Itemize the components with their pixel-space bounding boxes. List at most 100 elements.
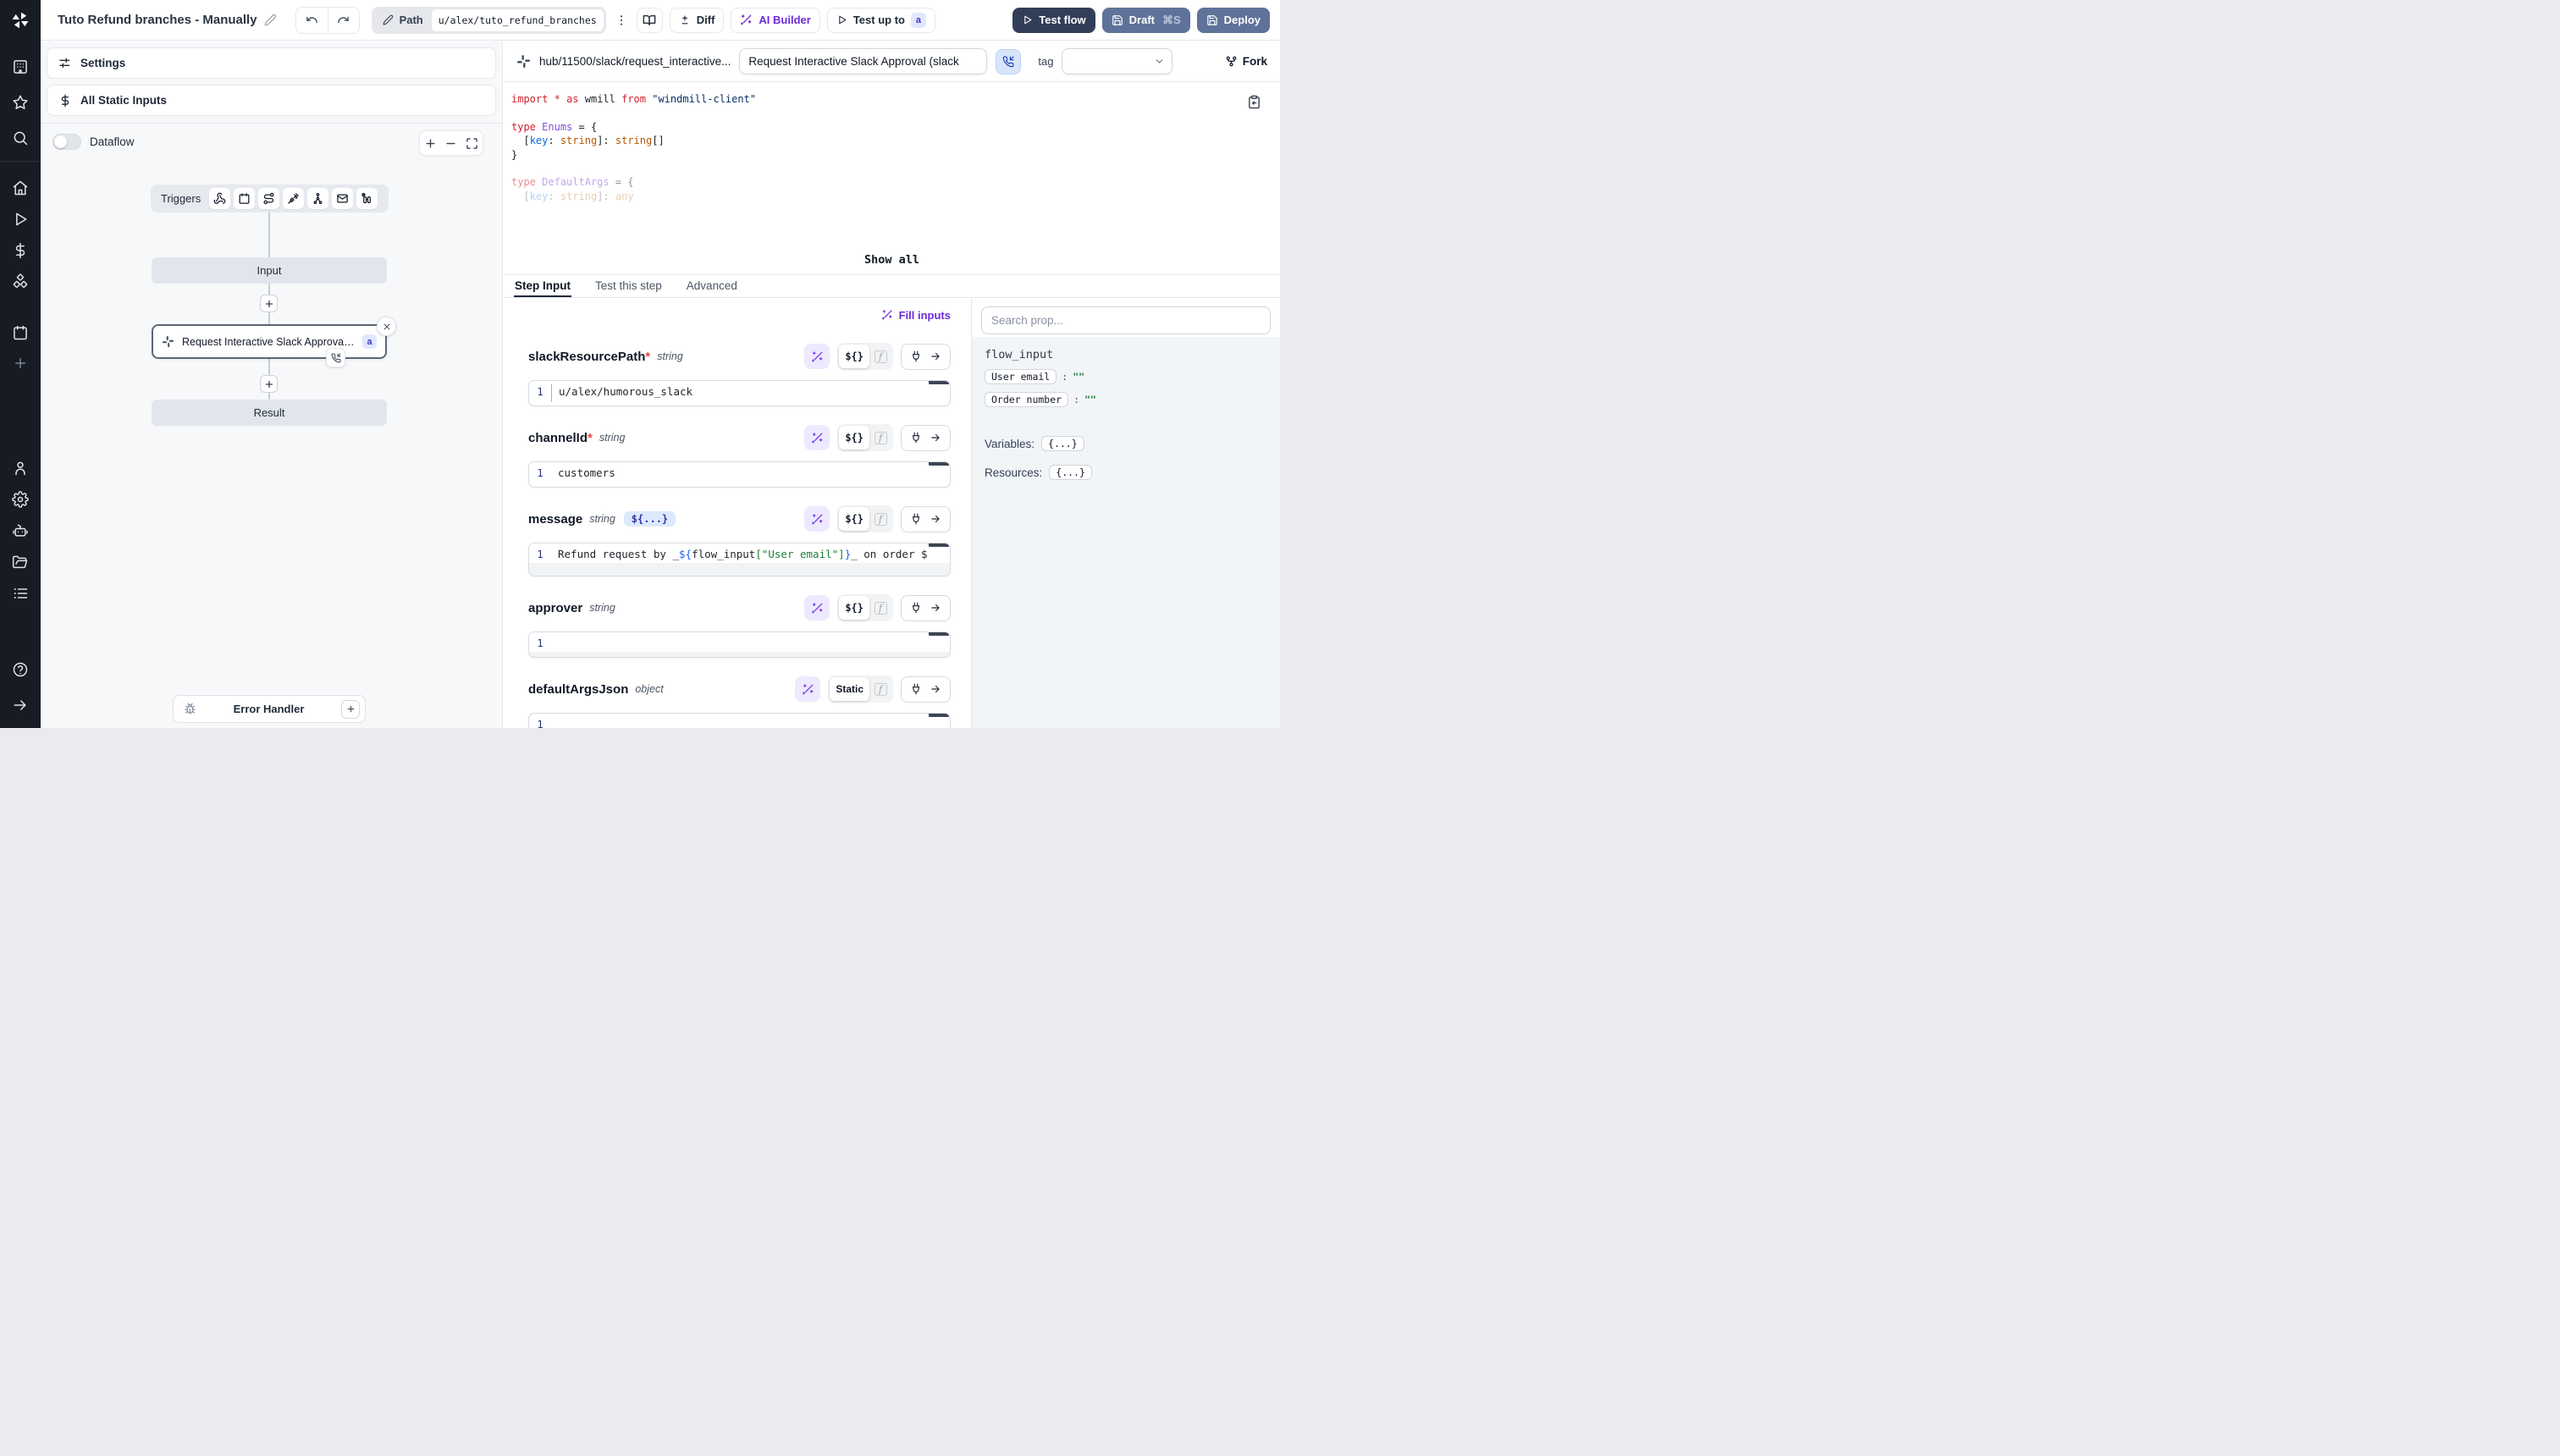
javascript-mode-button[interactable]: f — [869, 507, 891, 531]
schedule-trigger-icon[interactable] — [234, 188, 255, 209]
field-editor[interactable]: 1 Refund request by _${flow_input["User … — [528, 543, 951, 576]
javascript-mode-button[interactable]: f — [869, 596, 891, 620]
help-icon[interactable] — [6, 655, 35, 684]
fork-button[interactable]: Fork — [1225, 55, 1267, 68]
connect-input-button[interactable] — [901, 425, 951, 451]
template-mode-button[interactable]: ${} — [839, 426, 869, 449]
collapse-sidebar-icon[interactable] — [6, 691, 35, 720]
diff-button[interactable]: Diff — [670, 8, 725, 33]
connect-input-button[interactable] — [901, 344, 951, 370]
webhook-trigger-icon[interactable] — [209, 188, 230, 209]
field-value[interactable] — [551, 632, 950, 637]
variables-expand-chip[interactable]: {...} — [1041, 436, 1084, 451]
logs-icon[interactable] — [6, 579, 35, 608]
add-step-above-button[interactable] — [260, 295, 278, 312]
schedules-icon[interactable] — [6, 318, 35, 347]
search-prop-input[interactable] — [981, 306, 1271, 334]
template-mode-button[interactable]: ${} — [839, 345, 869, 368]
field-editor[interactable]: 1 — [528, 713, 951, 728]
tag-select[interactable] — [1062, 48, 1172, 74]
connect-input-button[interactable] — [901, 506, 951, 532]
field-value[interactable]: customers — [551, 462, 950, 479]
deploy-button[interactable]: Deploy — [1197, 8, 1270, 33]
remove-step-button[interactable] — [377, 317, 396, 336]
scheduled-poll-trigger-icon[interactable] — [356, 188, 378, 209]
test-flow-button[interactable]: Test flow — [1012, 8, 1095, 33]
template-mode-button[interactable]: ${} — [839, 596, 869, 620]
flow-input-root-label[interactable]: flow_input — [985, 348, 1267, 361]
field-value[interactable]: Refund request by _${flow_input["User em… — [551, 543, 950, 560]
field-editor[interactable]: 1 customers — [528, 461, 951, 488]
settings-gear-icon[interactable] — [6, 485, 35, 514]
http-route-trigger-icon[interactable] — [258, 188, 279, 209]
test-up-to-button[interactable]: Test up to a — [827, 8, 935, 33]
draft-button[interactable]: Draft ⌘S — [1102, 8, 1190, 33]
triggers-node[interactable]: Triggers — [151, 185, 389, 212]
editor-scrollbar[interactable] — [929, 462, 949, 466]
copy-code-clipboard-icon[interactable] — [1247, 95, 1261, 109]
javascript-mode-button[interactable]: f — [869, 345, 891, 368]
error-handler-node[interactable]: Error Handler — [173, 695, 366, 723]
tab-advanced[interactable]: Advanced — [686, 275, 738, 297]
edit-path-pencil-icon[interactable] — [383, 14, 394, 25]
ai-fill-wand-button[interactable] — [795, 676, 820, 702]
editor-scrollbar[interactable] — [929, 381, 949, 384]
workspace-icon[interactable] — [6, 52, 35, 81]
javascript-mode-button[interactable]: f — [869, 426, 891, 449]
editor-scrollbar[interactable] — [929, 543, 949, 547]
prop-order-number-chip[interactable]: Order number — [985, 392, 1068, 407]
suspend-approval-phone-button[interactable] — [996, 49, 1021, 74]
flow-canvas[interactable]: Triggers Input Request Interactive Slack… — [41, 41, 502, 728]
connect-input-button[interactable] — [901, 676, 951, 703]
search-icon[interactable] — [6, 124, 35, 152]
undo-button[interactable] — [296, 8, 328, 33]
ai-builder-button[interactable]: AI Builder — [731, 8, 819, 33]
editor-scrollbar[interactable] — [929, 714, 949, 717]
edit-title-pencil-icon[interactable] — [264, 14, 277, 26]
field-editor[interactable]: 1 u/alex/humorous_slack — [528, 380, 951, 406]
ai-fill-wand-button[interactable] — [804, 344, 830, 369]
connect-input-button[interactable] — [901, 595, 951, 621]
input-node[interactable]: Input — [152, 257, 387, 284]
variables-icon[interactable] — [6, 236, 35, 265]
prop-user-email-chip[interactable]: User email — [985, 369, 1057, 384]
ai-fill-wand-button[interactable] — [804, 506, 830, 532]
docs-book-button[interactable] — [637, 8, 663, 33]
add-error-handler-button[interactable] — [341, 700, 360, 719]
slack-approval-step-node[interactable]: Request Interactive Slack Approval (... … — [152, 324, 387, 359]
step-name-input[interactable] — [739, 48, 987, 74]
kafka-trigger-icon[interactable] — [307, 188, 328, 209]
resources-expand-chip[interactable]: {...} — [1049, 465, 1092, 480]
resources-icon[interactable] — [6, 267, 35, 296]
ai-fill-wand-button[interactable] — [804, 425, 830, 450]
field-editor[interactable]: 1 — [528, 631, 951, 658]
ai-fill-wand-button[interactable] — [804, 595, 830, 620]
add-step-below-button[interactable] — [260, 375, 278, 393]
field-value[interactable] — [551, 714, 950, 718]
windmill-logo-icon[interactable] — [0, 0, 41, 41]
more-options-kebab-icon[interactable] — [613, 14, 630, 27]
tab-test-this-step[interactable]: Test this step — [594, 275, 663, 297]
hub-script-path[interactable]: hub/11500/slack/request_interactive... — [539, 55, 731, 68]
email-trigger-icon[interactable] — [332, 188, 353, 209]
tab-step-input[interactable]: Step Input — [514, 275, 571, 297]
redo-button[interactable] — [328, 8, 359, 33]
result-node[interactable]: Result — [152, 400, 387, 426]
editor-scrollbar[interactable] — [929, 632, 949, 636]
template-mode-button[interactable]: ${} — [839, 507, 869, 531]
path-input[interactable] — [432, 9, 604, 31]
javascript-mode-button[interactable]: f — [869, 677, 891, 701]
runs-icon[interactable] — [6, 205, 35, 234]
user-icon[interactable] — [6, 454, 35, 483]
show-all-code-button[interactable]: Show all — [504, 253, 1280, 267]
folders-icon[interactable] — [6, 548, 35, 576]
favorites-icon[interactable] — [6, 88, 35, 117]
home-icon[interactable] — [6, 174, 35, 202]
add-icon[interactable] — [6, 349, 35, 378]
static-mode-button[interactable]: Static — [830, 677, 869, 701]
code-preview[interactable]: import * as wmill from "windmill-client"… — [504, 82, 1280, 275]
field-value[interactable]: u/alex/humorous_slack — [552, 381, 950, 398]
fill-inputs-button[interactable]: Fill inputs — [528, 305, 951, 325]
ai-bot-icon[interactable] — [6, 516, 35, 545]
websocket-trigger-icon[interactable] — [283, 188, 304, 209]
